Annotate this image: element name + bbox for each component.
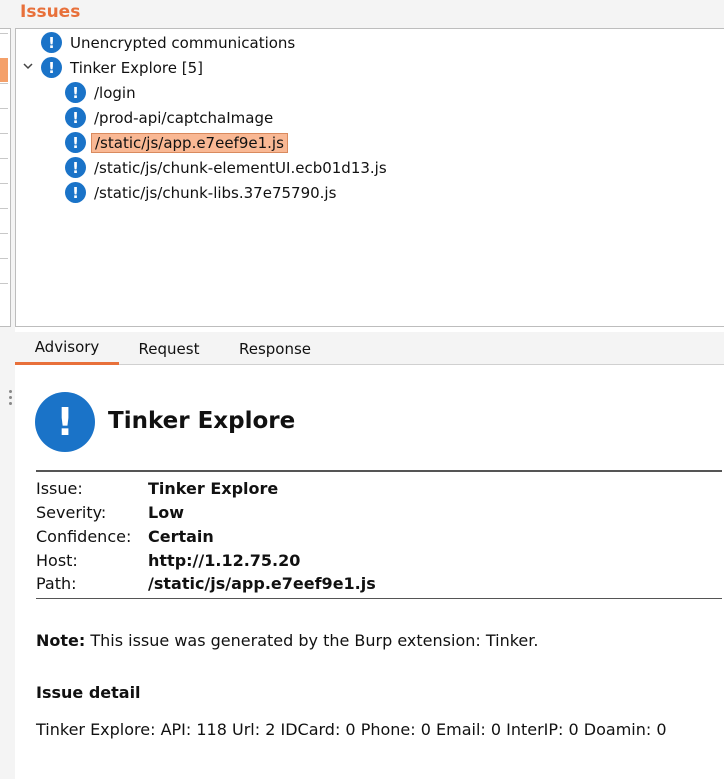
field-label: Host:	[36, 550, 78, 570]
divider	[36, 598, 722, 599]
field-confidence: Confidence: Certain	[36, 524, 214, 548]
issues-tree[interactable]: ! Unencrypted communications ! Tinker Ex…	[15, 28, 724, 327]
issue-detail-heading: Issue detail	[36, 683, 141, 702]
tree-item-app-js[interactable]: ! /static/js/app.e7eef9e1.js	[65, 130, 288, 155]
info-exclamation-icon: !	[65, 107, 86, 128]
tab-label: Request	[138, 339, 200, 358]
field-value: Low	[148, 502, 184, 522]
field-label: Severity:	[36, 502, 107, 522]
tree-item-chunk-libs-js[interactable]: ! /static/js/chunk-libs.37e75790.js	[65, 180, 339, 205]
tab-advisory[interactable]: Advisory	[15, 332, 119, 365]
tree-item-label: /static/js/app.e7eef9e1.js	[91, 132, 288, 153]
field-value: http://1.12.75.20	[148, 550, 301, 570]
info-exclamation-icon: !	[41, 32, 62, 53]
tree-item-captcha-image[interactable]: ! /prod-api/captchaImage	[65, 105, 276, 130]
tree-item-label: Tinker Explore [5]	[70, 58, 203, 77]
tree-item-tinker-explore[interactable]: ! Tinker Explore [5]	[41, 55, 206, 80]
info-exclamation-icon: !	[41, 57, 62, 78]
tab-response[interactable]: Response	[219, 332, 331, 365]
info-exclamation-icon: !	[65, 132, 86, 153]
tree-item-label: Unencrypted communications	[70, 33, 296, 52]
info-exclamation-icon: !	[65, 182, 86, 203]
field-path: Path: /static/js/app.e7eef9e1.js	[36, 571, 376, 595]
info-exclamation-icon: !	[65, 157, 86, 178]
field-value: /static/js/app.e7eef9e1.js	[148, 573, 376, 593]
tree-item-chunk-elementui-js[interactable]: ! /static/js/chunk-elementUI.ecb01d13.js	[65, 155, 390, 180]
issue-detail-text: Tinker Explore: API: 118 Url: 2 IDCard: …	[36, 720, 667, 739]
divider	[36, 470, 722, 472]
field-severity: Severity: Low	[36, 500, 184, 524]
left-drag-handle[interactable]	[9, 390, 13, 408]
tab-request[interactable]: Request	[119, 332, 219, 365]
issues-header: Issues	[0, 0, 724, 28]
issues-title: Issues	[20, 2, 81, 22]
field-host: Host: http://1.12.75.20	[36, 548, 300, 572]
detail-tabs: Advisory Request Response	[15, 332, 724, 365]
tab-label: Response	[238, 339, 312, 358]
left-panel-selection-marker	[0, 58, 8, 82]
field-label: Confidence:	[36, 526, 132, 546]
field-label: Issue:	[36, 478, 83, 498]
field-value: Certain	[148, 526, 214, 546]
field-issue: Issue: Tinker Explore	[36, 476, 278, 500]
tree-item-label: /static/js/chunk-libs.37e75790.js	[94, 183, 337, 202]
field-value: Tinker Explore	[148, 478, 279, 498]
tab-label: Advisory	[34, 338, 100, 356]
info-exclamation-icon: !	[65, 82, 86, 103]
advisory-note: Note: This issue was generated by the Bu…	[36, 631, 538, 650]
advisory-title: Tinker Explore	[108, 408, 296, 434]
advisory-panel: ! Tinker Explore Issue: Tinker Explore S…	[30, 366, 724, 779]
tree-item-label: /prod-api/captchaImage	[94, 108, 274, 127]
note-label: Note:	[36, 631, 86, 650]
chevron-down-icon[interactable]	[22, 61, 34, 71]
tree-item-label: /static/js/chunk-elementUI.ecb01d13.js	[94, 158, 387, 177]
note-text: This issue was generated by the Burp ext…	[85, 631, 539, 650]
tree-item-login[interactable]: ! /login	[65, 80, 139, 105]
field-label: Path:	[36, 573, 77, 593]
tree-item-unencrypted-communications[interactable]: ! Unencrypted communications	[41, 30, 298, 55]
info-exclamation-icon: !	[35, 392, 95, 452]
tree-item-label: /login	[94, 83, 136, 102]
